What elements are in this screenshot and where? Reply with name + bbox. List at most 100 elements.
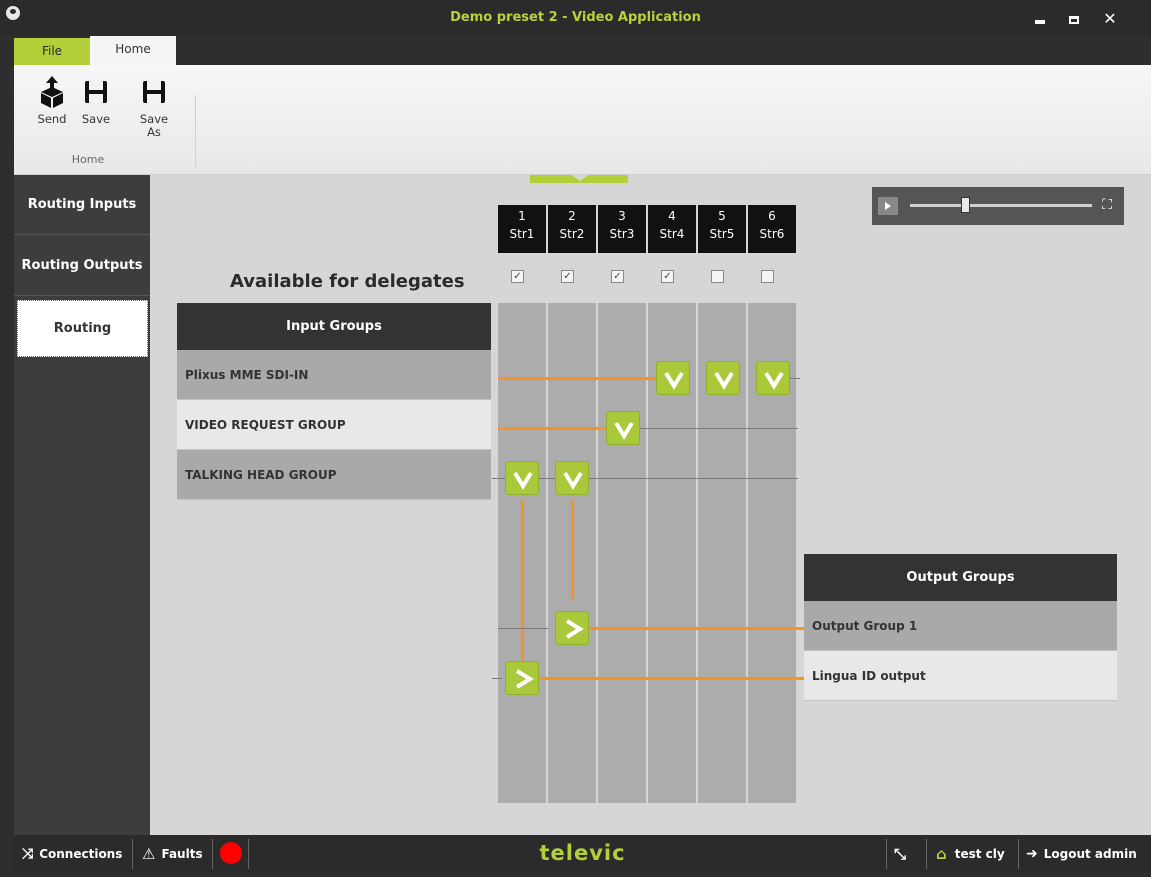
- output-groups-header: Output Groups: [804, 554, 1117, 601]
- save-button[interactable]: Save: [74, 75, 118, 126]
- route-line: [498, 377, 658, 380]
- stream-name: Str2: [559, 227, 585, 241]
- route-node-right[interactable]: [555, 611, 589, 645]
- chevron-right-icon: [565, 619, 584, 639]
- ribbon-group-label: Home: [71, 153, 105, 166]
- stream-number: 2: [568, 209, 576, 223]
- ribbon: Send Save Save As Home: [14, 65, 1151, 175]
- available-for-delegates-label: Available for delegates: [230, 271, 465, 292]
- route-line-inactive: [498, 628, 548, 629]
- stream-header-1: 1 Str1: [498, 205, 546, 253]
- route-node-right[interactable]: [505, 661, 539, 695]
- chevron-down-icon: [614, 421, 634, 440]
- route-line: [588, 627, 804, 630]
- close-button[interactable]: ✕: [1100, 10, 1120, 28]
- fullscreen-icon[interactable]: ⛶: [1098, 196, 1116, 214]
- route-node-down[interactable]: [505, 461, 539, 495]
- minimize-button[interactable]: [1030, 10, 1050, 28]
- window-title: Demo preset 2 - Video Application: [450, 10, 701, 25]
- stream-name: Str4: [659, 227, 685, 241]
- user-button[interactable]: ⌂ test cly: [936, 835, 1005, 872]
- stream-number: 3: [618, 209, 626, 223]
- stream-available-checkbox[interactable]: ✓: [511, 270, 524, 283]
- maximize-icon: [1069, 16, 1079, 24]
- send-box-icon: [41, 76, 63, 108]
- title-bar: Demo preset 2 - Video Application ✕: [0, 0, 1151, 36]
- stream-header-3: 3 Str3: [598, 205, 646, 253]
- tab-file[interactable]: File: [14, 38, 90, 65]
- playback-slider[interactable]: [910, 204, 1092, 207]
- input-group-row[interactable]: Plixus MME SDI-IN: [177, 350, 491, 400]
- route-line: [498, 427, 608, 430]
- stream-name: Str5: [709, 227, 735, 241]
- output-group-row[interactable]: Lingua ID output: [804, 651, 1117, 701]
- stream-name: Str3: [609, 227, 635, 241]
- floppy-disk-icon: [143, 81, 165, 103]
- routing-panel: ⛶ Available for delegates 1 Str1 2 Str2 3 S…: [150, 175, 1151, 835]
- chevron-down-icon: [664, 371, 684, 390]
- tab-home[interactable]: Home: [90, 36, 176, 65]
- output-group-row[interactable]: Output Group 1: [804, 601, 1117, 651]
- playback-bar: ⛶: [872, 187, 1124, 225]
- send-label: Send: [37, 112, 67, 126]
- input-groups-header: Input Groups: [177, 303, 491, 350]
- home-icon: ⌂: [936, 844, 947, 863]
- user-label: test cly: [954, 846, 1005, 861]
- input-group-row[interactable]: VIDEO REQUEST GROUP: [177, 400, 491, 450]
- route-node-down[interactable]: [756, 361, 790, 395]
- save-label: Save: [81, 112, 111, 126]
- chevron-right-icon: [515, 669, 534, 689]
- slider-thumb[interactable]: [960, 197, 970, 213]
- chevron-down-icon: [563, 471, 583, 490]
- output-groups-table: Output Groups Output Group 1 Lingua ID o…: [804, 554, 1117, 701]
- status-bar: ⤨ Connections ⚠ Faults televic ⤡ ⌂ test …: [14, 835, 1151, 872]
- stream-available-checkbox[interactable]: [711, 270, 724, 283]
- save-as-button[interactable]: Save As: [132, 75, 176, 139]
- stream-header-5: 5 Str5: [698, 205, 746, 253]
- chevron-down-icon: [513, 471, 533, 490]
- stream-available-checkbox[interactable]: [761, 270, 774, 283]
- chevron-down-icon: [764, 371, 784, 390]
- sidebar: Routing Inputs Routing Outputs Routing: [14, 175, 150, 835]
- sidebar-item-routing-inputs[interactable]: Routing Inputs: [14, 175, 150, 235]
- route-line: [538, 677, 804, 680]
- route-node-down[interactable]: [606, 411, 640, 445]
- stream-available-checkbox[interactable]: ✓: [611, 270, 624, 283]
- sidebar-item-routing[interactable]: Routing: [17, 300, 148, 357]
- sidebar-item-routing-outputs[interactable]: Routing Outputs: [14, 236, 150, 296]
- logout-label: Logout admin: [1043, 846, 1137, 861]
- send-button[interactable]: Send: [30, 75, 74, 126]
- save-as-label-line1: Save: [139, 112, 169, 126]
- stream-number: 4: [668, 209, 676, 223]
- chevron-down-icon: [714, 371, 734, 390]
- route-line-vertical: [571, 500, 574, 600]
- logout-icon: ➜: [1026, 845, 1038, 862]
- route-line-inactive: [628, 428, 798, 429]
- divider: [1018, 839, 1019, 869]
- panel-expand-tab[interactable]: [530, 175, 628, 183]
- stream-header-2: 2 Str2: [548, 205, 596, 253]
- exit-fullscreen-icon[interactable]: ⤡: [894, 835, 906, 872]
- stream-name: Str6: [759, 227, 785, 241]
- divider: [886, 839, 887, 869]
- input-group-row[interactable]: TALKING HEAD GROUP: [177, 450, 491, 500]
- stream-number: 1: [518, 209, 526, 223]
- stream-header-4: 4 Str4: [648, 205, 696, 253]
- route-node-down[interactable]: [555, 461, 589, 495]
- ribbon-divider: [195, 95, 196, 167]
- stream-available-checkbox[interactable]: ✓: [661, 270, 674, 283]
- route-line-vertical: [521, 500, 524, 675]
- route-node-down[interactable]: [706, 361, 740, 395]
- logout-button[interactable]: ➜ Logout admin: [1026, 835, 1137, 872]
- stream-number: 5: [718, 209, 726, 223]
- stream-available-checkbox[interactable]: ✓: [561, 270, 574, 283]
- play-button[interactable]: [878, 197, 898, 215]
- route-line-inactive: [492, 678, 502, 679]
- minimize-icon: [1035, 20, 1045, 24]
- stream-header-6: 6 Str6: [748, 205, 796, 253]
- maximize-button[interactable]: [1064, 10, 1084, 28]
- route-node-down[interactable]: [656, 361, 690, 395]
- stream-name: Str1: [509, 227, 535, 241]
- divider: [926, 839, 927, 869]
- save-as-label-line2: As: [147, 125, 161, 139]
